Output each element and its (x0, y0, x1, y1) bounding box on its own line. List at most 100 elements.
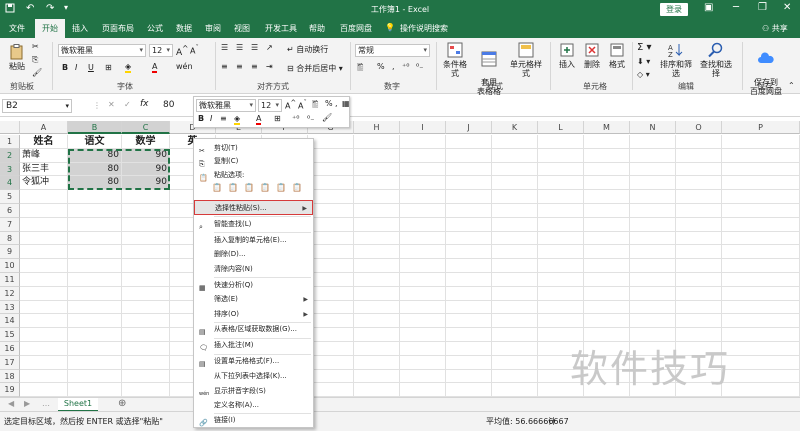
empty-cell[interactable] (308, 328, 354, 342)
empty-cell[interactable] (354, 286, 400, 301)
add-sheet-icon[interactable]: ⊕ (118, 398, 126, 409)
data-cell[interactable]: 90 (122, 148, 170, 163)
empty-cell[interactable] (446, 245, 492, 260)
empty-cell[interactable] (676, 259, 722, 273)
header-cell[interactable]: 姓名 (20, 135, 68, 149)
tab-data[interactable]: 数据 (176, 23, 192, 34)
menu-item-define-name[interactable]: 定义名称(A)... (194, 398, 313, 413)
empty-cell[interactable] (308, 162, 354, 177)
paste-option-icon[interactable]: 📋 (212, 183, 222, 192)
empty-cell[interactable] (722, 355, 800, 370)
grow-font-icon[interactable]: A^ (176, 44, 188, 58)
row-header[interactable]: 2 (0, 148, 20, 163)
column-header[interactable]: B (68, 121, 122, 134)
empty-cell[interactable] (722, 259, 800, 273)
empty-cell[interactable] (354, 369, 400, 384)
row-header[interactable]: 9 (0, 245, 20, 260)
empty-cell[interactable] (676, 148, 722, 163)
decrease-decimal-icon[interactable]: ⁰₋ (307, 114, 314, 123)
empty-cell[interactable] (354, 383, 400, 397)
autosum-icon[interactable]: Σ ▾ (637, 42, 652, 53)
header-cell[interactable]: 语文 (68, 135, 122, 149)
font-name-combo[interactable]: 微软雅黑 ▾ (58, 44, 146, 57)
empty-cell[interactable] (584, 148, 630, 163)
menu-item-paste-special[interactable]: 选择性粘贴(S)... ▶ (194, 200, 313, 215)
data-cell[interactable]: 90 (122, 176, 170, 191)
sheet-more-icon[interactable]: … (42, 399, 50, 408)
empty-cell[interactable] (354, 231, 400, 246)
empty-cell[interactable] (308, 204, 354, 218)
empty-cell[interactable] (122, 231, 170, 246)
menu-item-smart-lookup[interactable]: ⌕ 智能查找(L) (194, 217, 313, 232)
increase-decimal-icon[interactable]: ⁺⁰ (402, 62, 409, 71)
empty-cell[interactable] (122, 355, 170, 370)
empty-cell[interactable] (722, 342, 800, 356)
empty-cell[interactable] (308, 369, 354, 384)
empty-cell[interactable] (20, 231, 68, 246)
empty-cell[interactable] (308, 383, 354, 397)
empty-cell[interactable] (354, 273, 400, 287)
empty-cell[interactable] (68, 314, 122, 329)
empty-cell[interactable] (400, 383, 446, 397)
empty-cell[interactable] (68, 231, 122, 246)
comma-icon[interactable]: , (335, 99, 338, 108)
empty-cell[interactable] (354, 217, 400, 232)
menu-item-link[interactable]: 🔗 链接(I) (194, 413, 313, 428)
empty-cell[interactable] (630, 190, 676, 204)
empty-cell[interactable] (354, 135, 400, 149)
ribbon-display-icon[interactable]: ▣ (704, 2, 713, 13)
column-header[interactable]: O (676, 121, 722, 134)
row-header[interactable]: 12 (0, 286, 20, 301)
empty-cell[interactable] (122, 314, 170, 329)
menu-item-quick-analysis[interactable]: ▦ 快速分析(Q) (194, 278, 313, 293)
empty-cell[interactable] (20, 190, 68, 204)
empty-cell[interactable] (492, 204, 538, 218)
empty-cell[interactable] (538, 231, 584, 246)
empty-cell[interactable] (538, 314, 584, 329)
empty-cell[interactable] (722, 383, 800, 397)
empty-cell[interactable] (68, 300, 122, 315)
empty-cell[interactable] (584, 259, 630, 273)
merge-center-button[interactable]: ⊟ 合并后居中 ▾ (287, 63, 343, 74)
enter-icon[interactable]: ✓ (124, 100, 131, 109)
empty-cell[interactable] (122, 342, 170, 356)
border-icon[interactable]: ⊞ (105, 63, 112, 72)
empty-cell[interactable] (538, 245, 584, 260)
empty-cell[interactable] (538, 259, 584, 273)
empty-cell[interactable] (538, 176, 584, 191)
empty-cell[interactable] (68, 204, 122, 218)
row-header[interactable]: 13 (0, 300, 20, 315)
empty-cell[interactable] (722, 217, 800, 232)
share-button[interactable]: ⚇ 共享 (762, 23, 788, 34)
phonetic-icon[interactable]: wén (176, 62, 193, 71)
empty-cell[interactable] (676, 176, 722, 191)
empty-cell[interactable] (676, 135, 722, 149)
empty-cell[interactable] (354, 259, 400, 273)
empty-cell[interactable] (446, 328, 492, 342)
row-header[interactable]: 14 (0, 314, 20, 329)
currency-icon[interactable]: 🖺 (357, 62, 363, 76)
empty-cell[interactable] (676, 286, 722, 301)
row-header[interactable]: 18 (0, 369, 20, 384)
empty-cell[interactable] (630, 314, 676, 329)
row-header[interactable]: 15 (0, 328, 20, 342)
empty-cell[interactable] (308, 314, 354, 329)
align-center-icon[interactable]: ≡ (236, 62, 243, 71)
empty-cell[interactable] (446, 259, 492, 273)
row-header[interactable]: 1 (0, 135, 20, 149)
empty-cell[interactable] (400, 259, 446, 273)
empty-cell[interactable] (722, 231, 800, 246)
empty-cell[interactable] (20, 245, 68, 260)
empty-cell[interactable] (308, 245, 354, 260)
empty-cell[interactable] (354, 204, 400, 218)
paste-button[interactable]: 粘贴 (2, 44, 32, 71)
empty-cell[interactable] (20, 300, 68, 315)
empty-cell[interactable] (538, 273, 584, 287)
empty-cell[interactable] (538, 300, 584, 315)
column-header[interactable]: M (584, 121, 630, 134)
row-header[interactable]: 17 (0, 355, 20, 370)
empty-cell[interactable] (584, 245, 630, 260)
empty-cell[interactable] (68, 383, 122, 397)
login-button[interactable]: 登录 (660, 3, 688, 16)
paste-link-icon[interactable]: 📋 (292, 183, 302, 192)
